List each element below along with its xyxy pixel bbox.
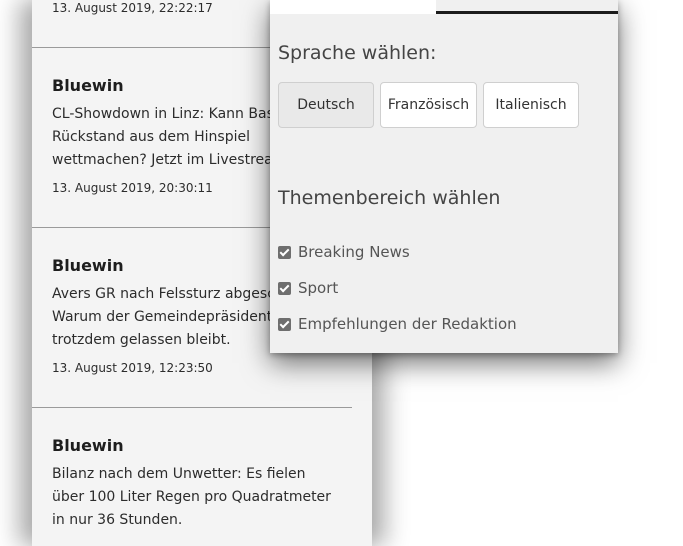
tab-right[interactable]: [436, 0, 618, 14]
news-timestamp: 13. August 2019, 12:23:50: [52, 361, 213, 375]
news-source: Bluewin: [52, 76, 124, 95]
language-button-franzoesisch[interactable]: Französisch: [380, 82, 477, 128]
checkbox[interactable]: [278, 317, 291, 331]
news-headline[interactable]: Bilanz nach dem Unwetter: Es fielen über…: [52, 463, 342, 532]
news-timestamp: 13. August 2019, 20:30:11: [52, 181, 213, 195]
checkbox-label: Empfehlungen der Redaktion: [298, 315, 517, 333]
checkbox-label: Breaking News: [298, 243, 410, 261]
settings-panel: Sprache wählen: Deutsch Französisch Ital…: [270, 0, 618, 353]
tab-bar: [270, 0, 618, 14]
divider: [32, 407, 352, 408]
language-button-deutsch[interactable]: Deutsch: [278, 82, 374, 128]
language-button-italienisch[interactable]: Italienisch: [483, 82, 579, 128]
checkbox-label: Sport: [298, 279, 339, 297]
news-source: Bluewin: [52, 256, 124, 275]
language-section-title: Sprache wählen:: [278, 42, 437, 64]
checkbox[interactable]: [278, 281, 291, 295]
topic-section-title: Themenbereich wählen: [278, 187, 501, 209]
checkbox[interactable]: [278, 245, 291, 259]
topic-option-breaking-news[interactable]: Breaking News: [278, 242, 410, 262]
tab-left[interactable]: [270, 0, 436, 14]
news-source: Bluewin: [52, 436, 124, 455]
topic-option-sport[interactable]: Sport: [278, 278, 338, 298]
topic-option-empfehlungen[interactable]: Empfehlungen der Redaktion: [278, 314, 517, 334]
news-timestamp: 13. August 2019, 22:22:17: [52, 1, 213, 15]
